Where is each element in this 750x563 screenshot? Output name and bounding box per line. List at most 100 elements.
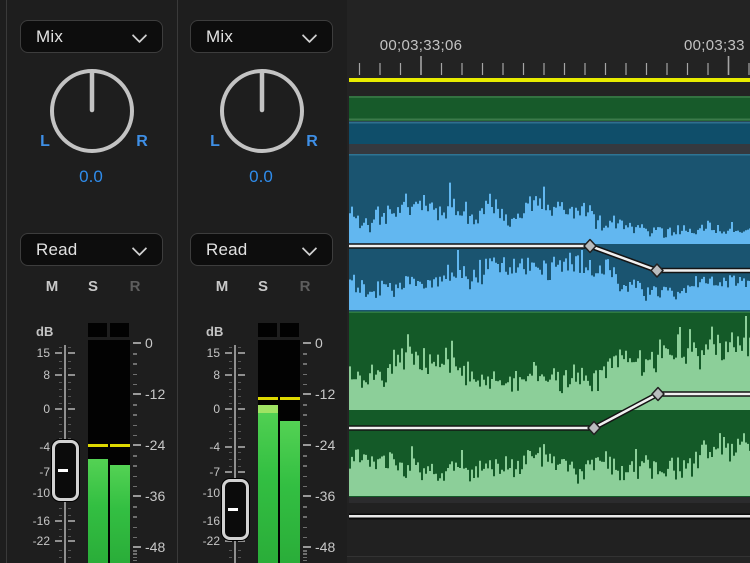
fader-minor-tick <box>229 424 232 425</box>
fader-tick <box>238 374 245 376</box>
record-arm-button[interactable]: R <box>123 278 147 295</box>
fader-minor-tick <box>59 550 62 551</box>
fader-minor-tick <box>59 347 62 348</box>
mute-button[interactable]: M <box>210 278 234 295</box>
fader-minor-tick <box>238 403 241 404</box>
fader-scale-label: -4 <box>24 440 50 454</box>
fader-minor-tick <box>59 389 62 390</box>
fader-tick <box>238 446 245 448</box>
pan-value[interactable]: 0.0 <box>36 167 146 187</box>
meter-minor-tick <box>303 465 307 467</box>
pan-knob[interactable] <box>212 61 312 161</box>
pan-value[interactable]: 0.0 <box>206 167 316 187</box>
meter-minor-tick <box>133 516 137 518</box>
meter-minor-tick <box>133 527 137 529</box>
fader-tick <box>238 352 245 354</box>
fader-minor-tick <box>238 417 241 418</box>
fader-tick <box>68 540 75 542</box>
meter-minor-tick <box>303 537 307 539</box>
volume-fader-handle[interactable] <box>222 479 249 540</box>
fader-tick <box>225 408 232 410</box>
fader-tick <box>238 408 245 410</box>
fader-minor-tick <box>238 382 241 383</box>
meter-minor-tick <box>133 486 137 488</box>
fader-scale-label: -16 <box>24 514 50 528</box>
mute-button[interactable]: M <box>40 278 64 295</box>
fader-minor-tick <box>68 403 71 404</box>
meter-scale-tick <box>133 444 141 446</box>
meter-bar <box>258 405 278 563</box>
fader-minor-tick <box>59 508 62 509</box>
meter-minor-tick <box>303 486 307 488</box>
fader-scale-label: 8 <box>24 368 50 382</box>
automation-mode-value: Read <box>36 240 77 260</box>
fader-minor-tick <box>68 501 71 502</box>
fader-tick <box>55 352 62 354</box>
meter-peak-indicator <box>88 444 108 447</box>
clip-indicator-right <box>110 323 129 337</box>
automation-mode-dropdown[interactable]: Read <box>190 233 333 266</box>
fader-scale-label: -10 <box>24 486 50 500</box>
fader-minor-tick <box>59 501 62 502</box>
fader-tick <box>225 540 232 542</box>
timecode-label-1: 00;03;33;06 <box>376 37 466 54</box>
track-output-dropdown[interactable]: Mix <box>20 20 163 53</box>
clip-indicator-left <box>88 323 107 337</box>
track-output-dropdown[interactable]: Mix <box>190 20 333 53</box>
fader-minor-tick <box>68 389 71 390</box>
meter-minor-tick <box>133 476 137 478</box>
fader-minor-tick <box>238 459 241 460</box>
meter-peak-indicator <box>258 397 278 400</box>
fader-minor-tick <box>229 459 232 460</box>
volume-fader-handle[interactable] <box>52 440 79 501</box>
pan-left-label: L <box>206 133 224 151</box>
fader-minor-tick <box>229 417 232 418</box>
pan-knob[interactable] <box>42 61 142 161</box>
meter-minor-tick <box>133 425 137 427</box>
fader-minor-tick <box>59 382 62 383</box>
fader-scale-label: -7 <box>24 465 50 479</box>
clip-indicator-right <box>280 323 299 337</box>
meter-minor-tick <box>133 557 137 559</box>
meter-minor-tick <box>303 425 307 427</box>
record-arm-button[interactable]: R <box>293 278 317 295</box>
meter-minor-tick <box>303 516 307 518</box>
fader-minor-tick <box>238 452 241 453</box>
chevron-down-icon <box>132 28 148 44</box>
fader-minor-tick <box>229 466 232 467</box>
fader-minor-tick <box>229 403 232 404</box>
audio-track-mixer-panel: Mix L R 0.0 Read M S R dB 1580-4-7-10-16… <box>0 0 347 563</box>
meter-minor-tick <box>303 527 307 529</box>
fader-minor-tick <box>229 396 232 397</box>
panel-edge-divider <box>6 0 7 563</box>
chevron-down-icon <box>132 241 148 257</box>
fader-scale-label: -10 <box>194 486 220 500</box>
solo-button[interactable]: S <box>251 278 275 295</box>
fader-minor-tick <box>68 536 71 537</box>
fader-tick <box>238 471 245 473</box>
meter-scale-tick <box>303 495 311 497</box>
meter-peak-indicator <box>110 444 130 447</box>
chevron-down-icon <box>302 28 318 44</box>
meter-scale-tick <box>133 393 141 395</box>
timeline-panel[interactable]: 00;03;33;06 00;03;33 <box>347 0 750 563</box>
fader-tick <box>225 446 232 448</box>
fader-minor-tick <box>229 431 232 432</box>
meter-minor-tick <box>133 363 137 365</box>
automation-mode-dropdown[interactable]: Read <box>20 233 163 266</box>
meter-minor-tick <box>133 537 137 539</box>
fader-scale-label: -4 <box>194 440 220 454</box>
meter-minor-tick <box>303 560 307 562</box>
meter-minor-tick <box>303 384 307 386</box>
mixer-channel-strip-2: Mix L R 0.0 Read M S R dB 1580-4-7-10-16… <box>170 0 340 563</box>
fader-minor-tick <box>59 438 62 439</box>
fader-minor-tick <box>59 529 62 530</box>
meter-scale-tick <box>133 495 141 497</box>
fader-minor-tick <box>59 431 62 432</box>
solo-button[interactable]: S <box>81 278 105 295</box>
fader-minor-tick <box>238 424 241 425</box>
fader-minor-tick <box>229 389 232 390</box>
fader-minor-tick <box>68 382 71 383</box>
fader-minor-tick <box>68 347 71 348</box>
level-meter <box>258 340 300 563</box>
